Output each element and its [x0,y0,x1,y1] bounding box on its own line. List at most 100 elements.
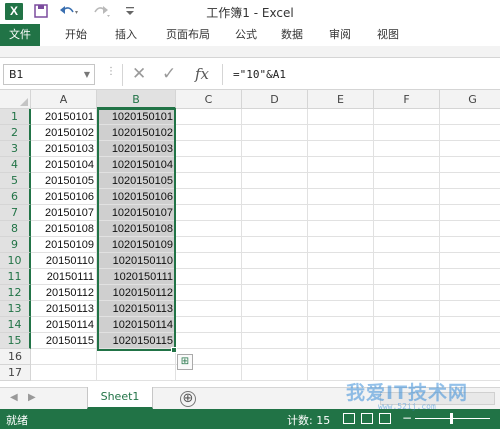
cell-e9[interactable] [308,237,374,253]
cell-a1[interactable]: 20150101 [31,109,97,125]
cell-a9[interactable]: 20150109 [31,237,97,253]
cell-b12[interactable]: 1020150112 [97,285,176,301]
cell-a14[interactable]: 20150114 [31,317,97,333]
cell-c15[interactable] [176,333,242,349]
cell-d9[interactable] [242,237,308,253]
cell-f13[interactable] [374,301,440,317]
cell-c2[interactable] [176,125,242,141]
cell-a3[interactable]: 20150103 [31,141,97,157]
tab-file[interactable]: 文件 [0,24,40,46]
cell-b13[interactable]: 1020150113 [97,301,176,317]
cell-a7[interactable]: 20150107 [31,205,97,221]
cell-e2[interactable] [308,125,374,141]
name-box[interactable]: B1 ▼ [3,64,95,85]
row-header[interactable]: 5 [0,173,31,189]
cell-f10[interactable] [374,253,440,269]
cell-g17[interactable] [440,365,500,381]
tab-home[interactable]: 开始 [56,24,96,46]
cell-f11[interactable] [374,269,440,285]
cell-d6[interactable] [242,189,308,205]
cell-f8[interactable] [374,221,440,237]
cell-a6[interactable]: 20150106 [31,189,97,205]
cell-d15[interactable] [242,333,308,349]
row-header[interactable]: 1 [0,109,31,125]
cell-c12[interactable] [176,285,242,301]
cell-g6[interactable] [440,189,500,205]
tab-page-layout[interactable]: 页面布局 [156,24,220,46]
prev-sheet-icon[interactable]: ◀ [10,392,18,403]
cell-b15[interactable]: 1020150115 [97,333,176,349]
row-header[interactable]: 7 [0,205,31,221]
add-sheet-icon[interactable]: ⊕ [180,391,196,407]
cell-b3[interactable]: 1020150103 [97,141,176,157]
cell-e1[interactable] [308,109,374,125]
cell-d3[interactable] [242,141,308,157]
cell-c11[interactable] [176,269,242,285]
horizontal-scrollbar[interactable] [380,392,495,405]
row-header[interactable]: 13 [0,301,31,317]
tab-review[interactable]: 审阅 [322,24,358,46]
cell-a15[interactable]: 20150115 [31,333,97,349]
tab-data[interactable]: 数据 [274,24,310,46]
cell-b17[interactable] [97,365,176,381]
cell-a17[interactable] [31,365,97,381]
cell-c7[interactable] [176,205,242,221]
next-sheet-icon[interactable]: ▶ [28,392,36,403]
cell-a4[interactable]: 20150104 [31,157,97,173]
cell-d7[interactable] [242,205,308,221]
cell-a5[interactable]: 20150105 [31,173,97,189]
column-header-c[interactable]: C [176,90,242,109]
cell-g2[interactable] [440,125,500,141]
cell-e15[interactable] [308,333,374,349]
page-break-view-icon[interactable] [379,413,391,424]
fill-handle[interactable] [171,347,177,353]
cell-e17[interactable] [308,365,374,381]
cell-e8[interactable] [308,221,374,237]
cell-a16[interactable] [31,349,97,365]
cell-d4[interactable] [242,157,308,173]
row-header[interactable]: 9 [0,237,31,253]
cell-c4[interactable] [176,157,242,173]
cell-a10[interactable]: 20150110 [31,253,97,269]
cell-c5[interactable] [176,173,242,189]
cell-d16[interactable] [242,349,308,365]
cell-b16[interactable] [97,349,176,365]
cell-g8[interactable] [440,221,500,237]
cell-f5[interactable] [374,173,440,189]
cell-g1[interactable] [440,109,500,125]
cell-d10[interactable] [242,253,308,269]
column-header-b[interactable]: B [97,90,176,109]
select-all-button[interactable] [0,90,31,109]
cell-a13[interactable]: 20150113 [31,301,97,317]
cancel-icon[interactable]: ✕ [132,63,146,85]
column-header-d[interactable]: D [242,90,308,109]
row-header[interactable]: 3 [0,141,31,157]
cell-f3[interactable] [374,141,440,157]
cell-g14[interactable] [440,317,500,333]
row-header[interactable]: 10 [0,253,31,269]
cell-e5[interactable] [308,173,374,189]
row-header[interactable]: 6 [0,189,31,205]
cell-e12[interactable] [308,285,374,301]
cell-a2[interactable]: 20150102 [31,125,97,141]
cell-b7[interactable]: 1020150107 [97,205,176,221]
insert-function-icon[interactable]: fx [195,63,209,85]
cell-d12[interactable] [242,285,308,301]
row-header[interactable]: 17 [0,365,31,381]
cell-b14[interactable]: 1020150114 [97,317,176,333]
cell-c10[interactable] [176,253,242,269]
cell-e16[interactable] [308,349,374,365]
cell-a12[interactable]: 20150112 [31,285,97,301]
cell-c13[interactable] [176,301,242,317]
row-header[interactable]: 2 [0,125,31,141]
cell-d13[interactable] [242,301,308,317]
cell-b9[interactable]: 1020150109 [97,237,176,253]
cell-b10[interactable]: 1020150110 [97,253,176,269]
enter-icon[interactable]: ✓ [162,63,176,85]
cell-f15[interactable] [374,333,440,349]
zoom-out-icon[interactable]: − [402,411,412,425]
cell-b2[interactable]: 1020150102 [97,125,176,141]
cell-g15[interactable] [440,333,500,349]
row-header[interactable]: 15 [0,333,31,349]
column-header-f[interactable]: F [374,90,440,109]
